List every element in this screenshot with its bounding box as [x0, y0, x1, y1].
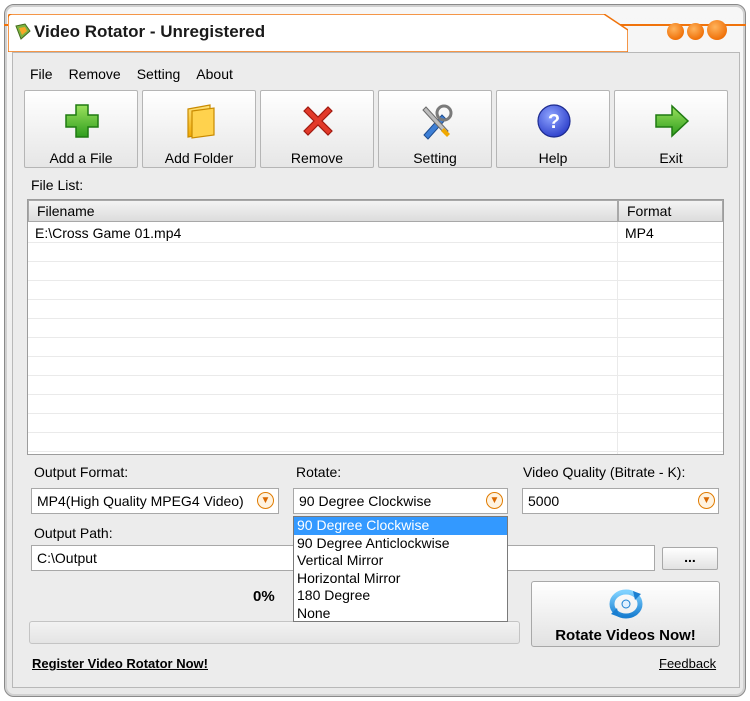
file-list-header: Filename Format: [28, 200, 723, 222]
close-button[interactable]: [707, 20, 727, 40]
arrow-right-icon: [655, 104, 690, 138]
plus-icon: [65, 104, 99, 138]
column-format[interactable]: Format: [618, 200, 723, 222]
help-button[interactable]: ? Help: [496, 90, 610, 168]
folder-icon: [187, 104, 215, 139]
table-row: [28, 300, 723, 319]
table-row: [28, 357, 723, 376]
rotate-option[interactable]: 180 Degree: [294, 587, 507, 605]
browse-button[interactable]: ...: [662, 547, 718, 570]
setting-label: Setting: [413, 150, 457, 166]
window-title: Video Rotator - Unregistered: [34, 22, 266, 41]
output-path-value: C:\Output: [37, 550, 97, 566]
output-format-label: Output Format:: [34, 464, 129, 480]
video-quality-select[interactable]: 5000: [522, 488, 719, 514]
rotate-value: 90 Degree Clockwise: [299, 493, 432, 509]
register-link[interactable]: Register Video Rotator Now!: [32, 656, 208, 671]
table-row: [28, 376, 723, 395]
video-quality-value: 5000: [528, 493, 560, 509]
add-file-button[interactable]: Add a File: [24, 90, 138, 168]
menu-setting[interactable]: Setting: [137, 66, 181, 82]
table-row: [28, 414, 723, 433]
menu-bar: File Remove Setting About: [30, 66, 249, 82]
file-format-cell: MP4: [625, 225, 654, 241]
remove-button[interactable]: Remove: [260, 90, 374, 168]
feedback-link[interactable]: Feedback: [659, 656, 716, 671]
file-list-label: File List:: [31, 177, 84, 193]
exit-button[interactable]: Exit: [614, 90, 728, 168]
rotate-option[interactable]: Vertical Mirror: [294, 552, 507, 570]
table-row: [28, 395, 723, 414]
output-format-value: MP4(High Quality MPEG4 Video): [37, 493, 244, 509]
chevron-down-icon[interactable]: ▼: [486, 492, 503, 509]
help-label: Help: [538, 150, 568, 166]
rotate-option[interactable]: 90 Degree Anticlockwise: [294, 535, 507, 553]
help-icon: ?: [537, 104, 571, 138]
x-icon: [303, 106, 333, 136]
rotate-option[interactable]: 90 Degree Clockwise: [294, 517, 507, 535]
app-logo-icon: [15, 23, 31, 40]
minimize-button[interactable]: [667, 23, 684, 40]
video-quality-label: Video Quality (Bitrate - K):: [523, 464, 686, 480]
tools-icon: [422, 104, 453, 140]
output-format-select[interactable]: MP4(High Quality MPEG4 Video): [31, 488, 279, 514]
table-row[interactable]: E:\Cross Game 01.mp4 MP4: [28, 224, 723, 243]
add-file-label: Add a File: [49, 150, 113, 166]
chevron-down-icon[interactable]: ▼: [257, 492, 274, 509]
rotate-videos-label: Rotate Videos Now!: [555, 627, 696, 644]
svg-text:?: ?: [548, 111, 560, 133]
progress-percent: 0%: [253, 588, 275, 605]
column-filename[interactable]: Filename: [28, 200, 618, 222]
setting-button[interactable]: Setting: [378, 90, 492, 168]
chevron-down-icon[interactable]: ▼: [698, 492, 715, 509]
rotate-icon: [609, 589, 643, 619]
exit-label: Exit: [659, 150, 683, 166]
file-name-cell: E:\Cross Game 01.mp4: [35, 225, 182, 241]
table-row: [28, 433, 723, 452]
rotate-dropdown-list[interactable]: 90 Degree Clockwise 90 Degree Anticlockw…: [293, 516, 508, 622]
progress-bar: [29, 621, 520, 644]
remove-label: Remove: [290, 150, 344, 166]
add-folder-button[interactable]: Add Folder: [142, 90, 256, 168]
table-row: [28, 281, 723, 300]
rotate-label: Rotate:: [296, 464, 342, 480]
menu-file[interactable]: File: [30, 66, 53, 82]
rotate-videos-button[interactable]: Rotate Videos Now!: [531, 581, 720, 647]
menu-remove[interactable]: Remove: [69, 66, 121, 82]
table-row: [28, 243, 723, 262]
table-row: [28, 262, 723, 281]
add-folder-label: Add Folder: [164, 150, 234, 166]
table-row: [28, 319, 723, 338]
maximize-button[interactable]: [687, 23, 704, 40]
menu-about[interactable]: About: [196, 66, 233, 82]
rotate-select[interactable]: 90 Degree Clockwise: [293, 488, 508, 514]
output-path-label: Output Path:: [34, 525, 113, 541]
file-list[interactable]: Filename Format E:\Cross Game 01.mp4 MP4: [27, 199, 724, 455]
table-row: [28, 338, 723, 357]
rotate-option[interactable]: Horizontal Mirror: [294, 570, 507, 588]
rotate-option[interactable]: None: [294, 605, 507, 623]
